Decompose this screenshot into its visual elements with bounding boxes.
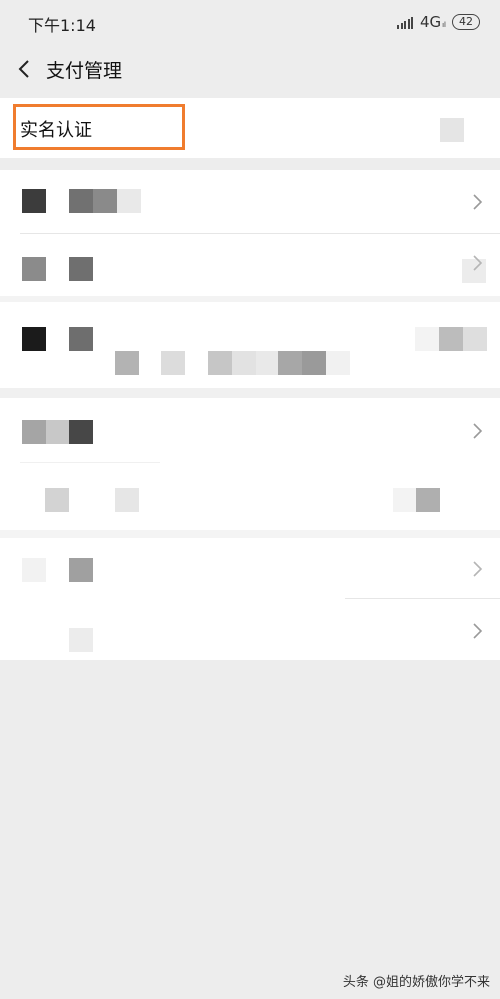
blurred-text [232, 351, 256, 375]
blurred-icon [22, 420, 46, 444]
blurred-text [302, 351, 326, 375]
blurred-text [69, 257, 93, 281]
divider [345, 598, 500, 599]
status-indicators: 4Gıl 42 [397, 12, 480, 32]
status-time: 下午1:14 [28, 16, 96, 35]
battery-icon: 42 [452, 14, 480, 30]
chevron-right-icon [473, 255, 483, 271]
divider [0, 388, 500, 398]
blurred-text [117, 189, 141, 213]
row-real-name-verification[interactable]: 实名认证 [0, 98, 500, 158]
blurred-text [115, 351, 139, 375]
blurred-text [393, 488, 417, 512]
list-item[interactable] [0, 466, 500, 530]
blurred-text [326, 351, 350, 375]
chevron-right-icon [473, 561, 483, 577]
blurred-icon [22, 327, 46, 351]
blurred-text [46, 420, 70, 444]
signal-icon [397, 15, 415, 29]
blurred-text [463, 327, 487, 351]
blurred-text [278, 351, 302, 375]
blurred-text [208, 351, 232, 375]
list-item[interactable] [0, 398, 500, 462]
chevron-right-icon [473, 194, 483, 210]
nav-bar: 支付管理 [0, 44, 500, 96]
network-type: 4Gıl [419, 13, 446, 31]
blurred-icon [45, 488, 69, 512]
blurred-text [161, 351, 185, 375]
list-item[interactable] [0, 302, 500, 388]
back-arrow-icon[interactable] [14, 58, 36, 80]
list-item[interactable] [0, 600, 500, 660]
blurred-text [416, 488, 440, 512]
list-item[interactable] [0, 538, 500, 602]
blurred-status [440, 118, 464, 142]
list-item[interactable] [0, 234, 500, 298]
blurred-text [93, 189, 117, 213]
divider [20, 462, 160, 463]
blurred-icon [22, 558, 46, 582]
blurred-icon [69, 628, 93, 652]
settings-list [0, 170, 500, 660]
real-name-card: 实名认证 [0, 98, 500, 158]
blurred-icon [22, 257, 46, 281]
row-label: 实名认证 [20, 120, 92, 141]
blurred-text [69, 189, 93, 213]
blurred-text [115, 488, 139, 512]
divider [0, 530, 500, 538]
status-bar: 下午1:14 4Gıl 42 [0, 0, 500, 44]
page-title: 支付管理 [46, 60, 123, 82]
blurred-text [256, 351, 280, 375]
list-item[interactable] [0, 170, 500, 234]
blurred-text [439, 327, 463, 351]
chevron-right-icon [473, 623, 483, 639]
blurred-text [69, 327, 93, 351]
blurred-text [69, 420, 93, 444]
blurred-text [69, 558, 93, 582]
watermark: 头条 @姐的娇傲你学不来 [342, 975, 490, 990]
chevron-right-icon [473, 423, 483, 439]
blurred-text [415, 327, 439, 351]
blurred-icon [22, 189, 46, 213]
